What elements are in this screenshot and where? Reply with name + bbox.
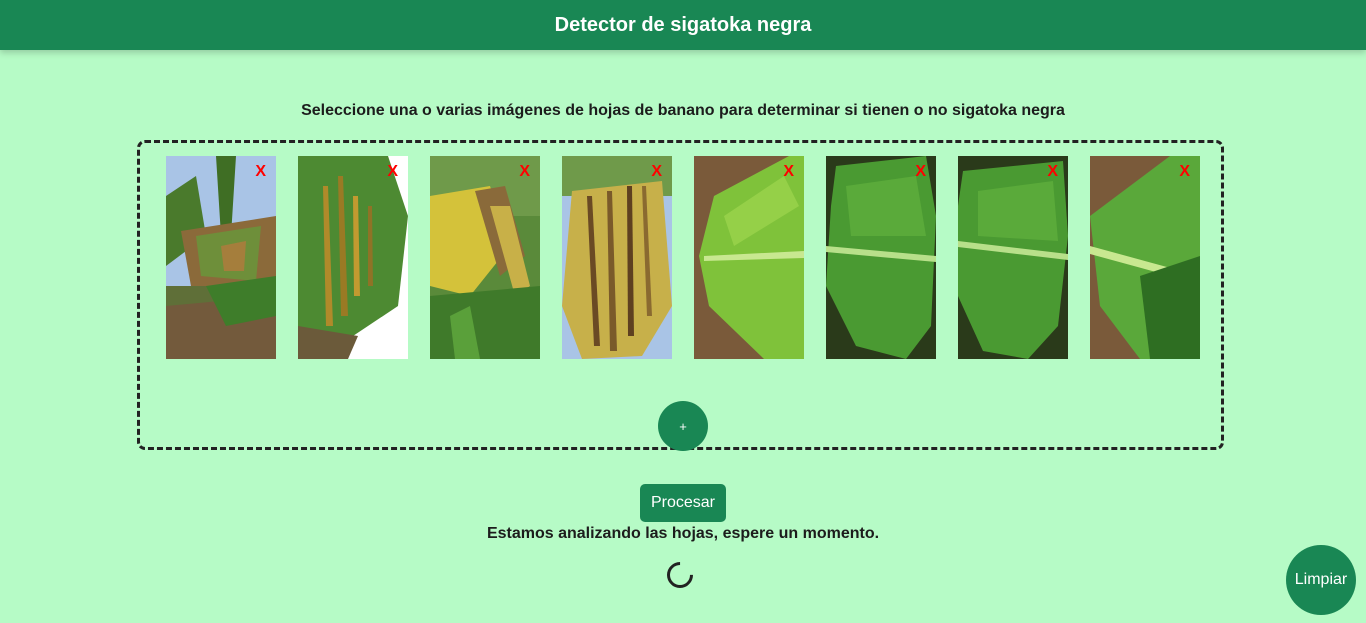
remove-image-button[interactable]: X	[783, 162, 794, 182]
add-image-button[interactable]: +	[658, 401, 708, 451]
leaf-image-thumbnail: X	[430, 156, 540, 359]
remove-image-button[interactable]: X	[519, 162, 530, 182]
remove-image-button[interactable]: X	[1047, 162, 1058, 182]
process-button[interactable]: Procesar	[640, 484, 726, 522]
leaf-image-thumbnail: X	[958, 156, 1068, 359]
leaf-image-thumbnail: X	[826, 156, 936, 359]
leaf-image-thumbnail: X	[298, 156, 408, 359]
remove-image-button[interactable]: X	[915, 162, 926, 182]
leaf-image-thumbnail: X	[694, 156, 804, 359]
image-dropzone[interactable]: X X X X X X X X +	[137, 140, 1224, 451]
leaf-image-thumbnail: X	[166, 156, 276, 359]
remove-image-button[interactable]: X	[255, 162, 266, 182]
status-text: Estamos analizando las hojas, espere un …	[486, 525, 880, 542]
remove-image-button[interactable]: X	[387, 162, 398, 182]
clear-button[interactable]: Limpiar	[1286, 545, 1356, 615]
leaf-image-thumbnail: X	[1090, 156, 1200, 359]
instructions-text: Seleccione una o varias imágenes de hoja…	[301, 102, 1065, 119]
leaf-image-thumbnail: X	[562, 156, 672, 359]
remove-image-button[interactable]: X	[1179, 162, 1190, 182]
top-navbar: Detector de sigatoka negra	[0, 0, 1366, 50]
page-title: Detector de sigatoka negra	[554, 13, 812, 36]
remove-image-button[interactable]: X	[651, 162, 662, 182]
loading-spinner-icon	[661, 556, 699, 594]
